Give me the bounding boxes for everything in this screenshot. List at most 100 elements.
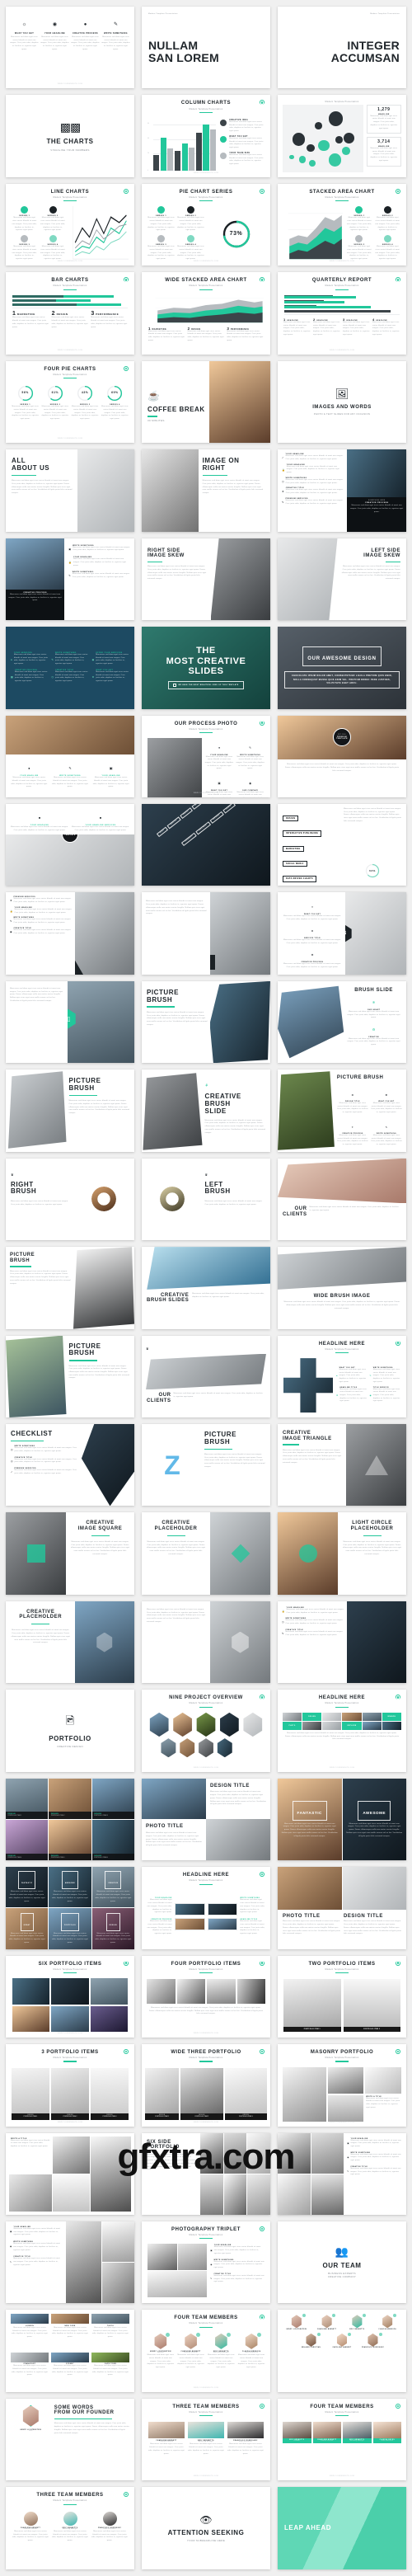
social-badge-icon[interactable] <box>363 2314 367 2318</box>
hex-thumb[interactable] <box>180 1738 195 1758</box>
slide-title-integer[interactable]: Modern Template Presentation INTEGER ACC… <box>278 7 406 89</box>
slide-cover-images-words[interactable]: 🖼 IMAGES AND WORDS PHOTO & TEXT SLIDES F… <box>278 360 406 444</box>
slide-skew-tag-photo[interactable]: DESIGN MARKETING STRATEGY BRANDING PHOTO… <box>142 803 270 886</box>
slide-founder-quote[interactable]: HENRY LICHTENSTEIN CEO SOME WORDS FROM O… <box>6 2398 134 2481</box>
slide-six-side-portfolio[interactable]: SIX SIDE PORTFOLIO Maecenas sed diam ege… <box>142 2132 270 2215</box>
dark-tile[interactable]: AWESOME Maecenas sed diam eget risus var… <box>49 1867 91 1908</box>
masonry-thumb[interactable] <box>283 2066 326 2122</box>
mosaic-tile[interactable] <box>322 1712 342 1721</box>
slide-numbered-two[interactable]: Maecenas sed diam eget risus varius blan… <box>142 892 270 975</box>
social-badge-icon[interactable] <box>226 2332 231 2337</box>
slide-mint-closing[interactable]: LEAP AHEAD <box>278 2487 406 2569</box>
slide-two-photo-titles[interactable]: DESIGN TITLE Maecenas sed diam eget risu… <box>142 1778 270 1861</box>
social-badge-icon[interactable] <box>256 2332 261 2337</box>
portfolio-thumb[interactable]: PORTFOLIO ITEM 1 <box>283 1979 341 2033</box>
masonry-thumb[interactable] <box>9 2174 52 2212</box>
tag-pill[interactable]: MARKETING <box>283 845 304 852</box>
photo-thumb[interactable] <box>177 2244 208 2271</box>
portfolio-thumb[interactable] <box>207 1979 236 2004</box>
photo-thumb[interactable] <box>147 2244 177 2271</box>
masonry-thumb[interactable] <box>52 2174 90 2212</box>
dark-tile[interactable]: FANTASTIC Maecenas sed diam eget risus v… <box>6 1867 49 1908</box>
slide-placeholder-hex-left[interactable]: CREATIVE PLACEHOLDER Maecenas sed diam e… <box>6 1601 134 1684</box>
tag-pill[interactable]: SOCIAL MEDIA <box>283 860 307 867</box>
portfolio-thumb[interactable] <box>90 2005 128 2033</box>
slide-wide-three-portfolio[interactable]: WIDE THREE PORTFOLIO Modern Template Pre… <box>142 2044 270 2127</box>
mosaic-tile[interactable] <box>362 1721 382 1730</box>
slide-picture-brush-letter[interactable]: Z PICTURE BRUSH Maecenas sed diam eget r… <box>142 1424 270 1507</box>
slide-line-charts[interactable]: LINE CHARTS Modern Template Presentation… <box>6 183 134 266</box>
mosaic-tag[interactable]: PHOTO <box>283 1721 302 1730</box>
slide-two-dark-photos[interactable]: FANTASTIC Maecenas sed diam eget risus v… <box>278 1778 406 1861</box>
slide-picture-brush-mobile[interactable]: PICTURE BRUSH Maecenas sed diam eget ris… <box>6 1335 134 1417</box>
dark-tile[interactable]: PORTFOLIO Maecenas sed diam eget risus v… <box>49 1908 91 1949</box>
slide-right-side-skew[interactable]: RIGHT SIDE IMAGE SKEW Maecenas sed diam … <box>142 538 270 621</box>
portfolio-thumb[interactable] <box>236 1979 265 2004</box>
portfolio-thumb[interactable]: DESIGN PORTFOLIO ITEM 2 <box>51 2067 89 2120</box>
slide-four-photo-features[interactable]: HEADLINE HERE Modern Template Presentati… <box>142 1867 270 1949</box>
slide-bubble-chart[interactable]: Modern Template Presentation 1,279 HEADL… <box>278 95 406 177</box>
slide-pie-chart-series[interactable]: PIE CHART SERIES Modern Template Present… <box>142 183 270 266</box>
slide-placeholder-diamond[interactable]: CREATIVE PLACEHOLDER Maecenas sed diam e… <box>142 1512 270 1595</box>
slide-wide-stacked-area[interactable]: WIDE STACKED AREA CHART Modern Template … <box>142 272 270 355</box>
slide-badge-photo[interactable]: EST. 2016 PREMIUM TEMPLATE Maecenas sed … <box>278 715 406 797</box>
slide-attention-seeking[interactable]: 👁 ATTENTION SEEKING YOUR SUBHEADLINE HER… <box>142 2487 270 2569</box>
slide-mosaic-grid[interactable]: HEADLINE HERE Modern Template Presentati… <box>278 1690 406 1772</box>
slide-six-photo-grid[interactable]: DESIGN PORTFOLIO ITEM 1 DESIGN PORTFOLIO I… <box>6 1778 134 1861</box>
portfolio-thumb[interactable]: PORTFOLIO ITEM 2 <box>343 1979 400 2033</box>
slide-our-process-photo[interactable]: OUR PROCESS PHOTO Modern Template Presen… <box>142 715 270 797</box>
hex-thumb[interactable] <box>173 1712 192 1737</box>
slide-dark-six-features[interactable]: ● YOUR SERVICES Maecenas sed diam eget r… <box>6 627 134 709</box>
city-image[interactable] <box>91 2352 129 2362</box>
mosaic-tile[interactable] <box>322 1721 342 1730</box>
slide-team-three-circle[interactable]: THREE TEAM MEMBERS Modern Template Prese… <box>6 2487 134 2569</box>
social-badge-icon[interactable] <box>332 2314 336 2318</box>
tag-pill[interactable]: DESIGN <box>283 815 299 822</box>
portfolio-thumb[interactable]: DESIGN PORTFOLIO ITEM 3 <box>224 2067 267 2120</box>
slide-headline-four-features[interactable]: HEADLINE HERE Modern Template Presentati… <box>278 1335 406 1417</box>
slide-coffee-break[interactable]: ☕ COFFEE BREAK 30 MINUTES <box>142 360 270 444</box>
slide-brush-slide[interactable]: BRUSH SLIDE ❄ OUR HEART Maecenas sed dia… <box>278 980 406 1064</box>
portfolio-thumb[interactable] <box>223 2174 247 2215</box>
mosaic-tile[interactable] <box>362 1712 382 1721</box>
slide-team-four-hex[interactable]: FOUR TEAM MEMBERS Modern Template Presen… <box>142 2310 270 2392</box>
slide-title-nullam[interactable]: Modern Template Presentation NULLAM SAN … <box>142 7 270 89</box>
slide-creative-brush-slide[interactable]: ⚘ CREATIVE BRUSH SLIDE Maecenas sed diam… <box>142 1069 270 1152</box>
portfolio-thumb[interactable]: DESIGN PORTFOLIO ITEM 3 <box>91 2067 129 2120</box>
slide-our-awesome-design[interactable]: OUR AWESOME DESIGN CHOCOLATE IPSUM DOLOR… <box>278 627 406 709</box>
slide-image-left-checklist[interactable]: CREATIVE PROCESS Maecenas sed diam eget … <box>6 538 134 621</box>
slide-city-grid[interactable]: LONDON Maecenas sed diam eget risus vari… <box>6 2310 134 2392</box>
slide-team-seven-hex[interactable]: HENRY LICHTENSTEIN CHARLENE BENNETT ERIC… <box>278 2310 406 2392</box>
photo-thumb[interactable] <box>147 2271 208 2298</box>
masonry-thumb[interactable] <box>90 2136 131 2212</box>
masonry-thumb[interactable] <box>327 2094 364 2122</box>
photo-tile[interactable]: DESIGN PORTFOLIO ITEM 4 <box>6 1819 49 1861</box>
photo-tile[interactable]: DESIGN PORTFOLIO ITEM 2 <box>49 1778 91 1819</box>
city-image[interactable] <box>11 2352 49 2362</box>
portfolio-thumb[interactable]: DESIGN PORTFOLIO ITEM 1 <box>12 2067 49 2120</box>
slide-our-clients-photo[interactable]: OUR CLIENTS Maecenas sed diam eget risus… <box>278 1158 406 1241</box>
social-badge-icon[interactable] <box>166 2332 171 2337</box>
photo-thumb[interactable] <box>101 2221 134 2263</box>
portfolio-thumb[interactable] <box>176 1979 205 2004</box>
slide-masonry-portfolio[interactable]: MASONRY PORTFOLIO Modern Template Presen… <box>278 2044 406 2127</box>
dark-photo-tile[interactable]: AWESOME Maecenas sed diam eget risus var… <box>342 1778 406 1861</box>
slide-cover-our-team[interactable]: 👥 OUR TEAM BUSINESS EXPERTS CREATIVE COM… <box>278 2221 406 2304</box>
slide-image-square[interactable]: CREATIVE IMAGE SQUARE Maecenas sed diam … <box>6 1512 134 1595</box>
masonry-thumb[interactable] <box>52 2136 90 2174</box>
photo-tile[interactable]: DESIGN PORTFOLIO ITEM 5 <box>49 1819 91 1861</box>
slide-our-clients-brush[interactable]: ♛ OUR CLIENTS Maecenas sed diam eget ris… <box>142 1335 270 1417</box>
slide-checklist-image[interactable]: ✓ YOUR HEADLINE Maecenas sed diam eget ri… <box>278 449 406 532</box>
slide-left-brush[interactable]: ♛ LEFT BRUSH Maecenas sed diam eget risu… <box>142 1158 270 1241</box>
photo-thumb[interactable] <box>278 2132 311 2174</box>
mosaic-tile[interactable] <box>283 1712 302 1721</box>
social-badge-icon[interactable] <box>348 2332 352 2336</box>
portfolio-thumb[interactable] <box>51 2005 89 2033</box>
slide-photo-grid-features-left[interactable]: ▣ YOUR HEADLINE Maecenas sed diam eget ri… <box>6 2221 134 2304</box>
portfolio-thumb[interactable] <box>247 2132 270 2174</box>
portfolio-thumb[interactable] <box>51 1978 89 2005</box>
cta-button[interactable]: WE HAVE THE MOST BEAUTIFUL KIND OF THIS … <box>168 681 244 690</box>
dark-tile[interactable]: DESIGN Maecenas sed diam eget risus vari… <box>91 1908 134 1949</box>
portfolio-thumb[interactable] <box>223 2132 247 2174</box>
mosaic-tile[interactable] <box>302 1721 322 1730</box>
